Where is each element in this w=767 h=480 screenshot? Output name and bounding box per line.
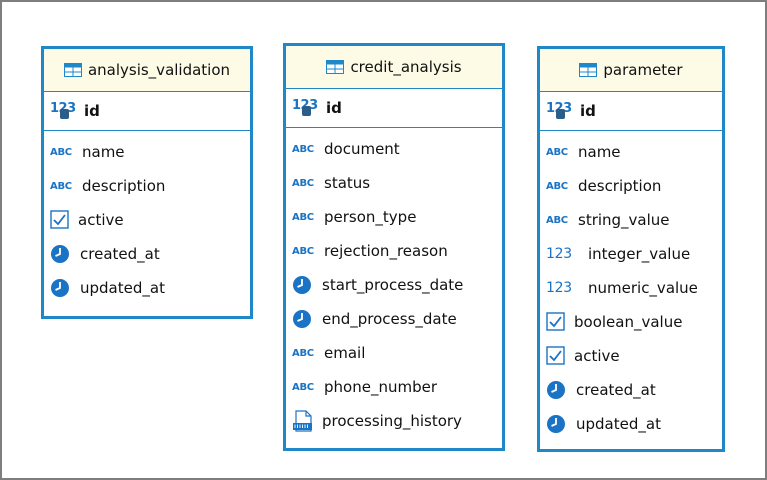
column-label: created_at <box>80 245 160 263</box>
column-label: updated_at <box>80 279 165 297</box>
column-row[interactable]: ABC name <box>540 135 722 169</box>
column-label: active <box>78 211 124 229</box>
column-row[interactable]: ABC description <box>44 169 250 203</box>
clock-icon <box>546 380 570 400</box>
number-key-icon: 123 <box>546 101 576 121</box>
abc-icon: ABC <box>50 146 72 158</box>
entity-header[interactable]: parameter <box>540 49 722 92</box>
checkbox-icon <box>546 346 568 366</box>
column-row[interactable]: updated_at <box>44 271 250 305</box>
clock-icon <box>546 414 570 434</box>
column-label: status <box>324 174 371 192</box>
column-label: end_process_date <box>322 310 457 328</box>
column-label: updated_at <box>576 415 661 433</box>
table-icon <box>579 63 598 77</box>
column-label: string_value <box>578 211 670 229</box>
column-row[interactable]: 123 numeric_value <box>540 271 722 305</box>
checkbox-icon <box>50 210 72 230</box>
column-row[interactable]: 123 integer_value <box>540 237 722 271</box>
column-list: ABC document ABC status ABC person_type … <box>286 128 502 438</box>
column-row[interactable]: active <box>44 203 250 237</box>
column-label: person_type <box>324 208 417 226</box>
entity-credit-analysis[interactable]: credit_analysis 123 id ABC document ABC … <box>283 43 505 451</box>
abc-icon: ABC <box>292 143 314 155</box>
column-label: description <box>578 177 662 195</box>
column-row[interactable]: start_process_date <box>286 268 502 302</box>
primary-key-row[interactable]: 123 id <box>286 89 502 128</box>
table-icon <box>63 63 82 77</box>
abc-icon: ABC <box>292 177 314 189</box>
column-label: phone_number <box>324 378 437 396</box>
abc-icon: ABC <box>292 347 314 359</box>
json-icon <box>292 410 316 432</box>
primary-key-row[interactable]: 123 id <box>44 92 250 131</box>
column-row[interactable]: ABC status <box>286 166 502 200</box>
column-label: rejection_reason <box>324 242 448 260</box>
entity-parameter[interactable]: parameter 123 id ABC name ABC descriptio… <box>537 46 725 452</box>
column-label: name <box>82 143 125 161</box>
column-label: email <box>324 344 366 362</box>
column-label: active <box>574 347 620 365</box>
column-row[interactable]: boolean_value <box>540 305 722 339</box>
column-label: name <box>578 143 621 161</box>
clock-icon <box>50 244 74 264</box>
column-label: document <box>324 140 400 158</box>
column-row[interactable]: ABC phone_number <box>286 370 502 404</box>
column-row[interactable]: ABC name <box>44 135 250 169</box>
abc-icon: ABC <box>546 214 568 226</box>
column-list: ABC name ABC description ABC string_valu… <box>540 131 722 441</box>
column-label: description <box>82 177 166 195</box>
number-icon: 123 <box>546 246 572 262</box>
column-label: id <box>580 102 596 120</box>
diagram-canvas: analysis_validation 123 id ABC name ABC … <box>0 0 767 480</box>
abc-icon: ABC <box>50 180 72 192</box>
abc-icon: ABC <box>292 245 314 257</box>
column-label: boolean_value <box>574 313 683 331</box>
entity-title: analysis_validation <box>87 61 231 79</box>
column-label: numeric_value <box>588 279 698 297</box>
table-icon <box>326 60 345 74</box>
column-row[interactable]: ABC rejection_reason <box>286 234 502 268</box>
column-label: start_process_date <box>322 276 464 294</box>
checkbox-icon <box>546 312 568 332</box>
column-row[interactable]: active <box>540 339 722 373</box>
column-row[interactable]: created_at <box>44 237 250 271</box>
column-label: integer_value <box>588 245 691 263</box>
entity-title: parameter <box>603 61 683 79</box>
column-row[interactable]: updated_at <box>540 407 722 441</box>
clock-icon <box>292 309 316 329</box>
column-row[interactable]: ABC email <box>286 336 502 370</box>
column-row[interactable]: processing_history <box>286 404 502 438</box>
entity-header[interactable]: analysis_validation <box>44 49 250 92</box>
clock-icon <box>50 278 74 298</box>
column-label: processing_history <box>322 412 462 430</box>
column-list: ABC name ABC description active created_… <box>44 131 250 305</box>
entity-header[interactable]: credit_analysis <box>286 46 502 89</box>
abc-icon: ABC <box>546 180 568 192</box>
column-row[interactable]: ABC document <box>286 132 502 166</box>
number-icon: 123 <box>546 280 572 296</box>
column-row[interactable]: ABC person_type <box>286 200 502 234</box>
abc-icon: ABC <box>292 211 314 223</box>
number-key-icon: 123 <box>50 101 80 121</box>
abc-icon: ABC <box>546 146 568 158</box>
clock-icon <box>292 275 316 295</box>
number-key-icon: 123 <box>292 98 322 118</box>
entity-title: credit_analysis <box>350 58 462 76</box>
column-row[interactable]: created_at <box>540 373 722 407</box>
column-label: id <box>84 102 100 120</box>
abc-icon: ABC <box>292 381 314 393</box>
column-row[interactable]: ABC string_value <box>540 203 722 237</box>
entity-analysis-validation[interactable]: analysis_validation 123 id ABC name ABC … <box>41 46 253 319</box>
column-label: created_at <box>576 381 656 399</box>
column-row[interactable]: ABC description <box>540 169 722 203</box>
primary-key-row[interactable]: 123 id <box>540 92 722 131</box>
column-label: id <box>326 99 342 117</box>
column-row[interactable]: end_process_date <box>286 302 502 336</box>
